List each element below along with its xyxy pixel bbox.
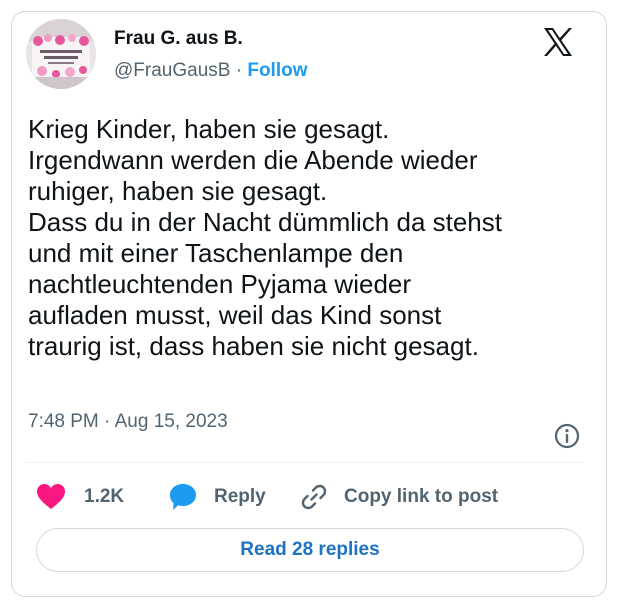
like-button[interactable]: 1.2K	[36, 480, 124, 514]
author-display-name[interactable]: Frau G. aus B.	[114, 28, 243, 50]
reply-button[interactable]: Reply	[168, 480, 266, 514]
tweet-text-line: Krieg Kinder, haben sie gesagt.	[28, 114, 390, 144]
tweet-time: 7:48 PM	[28, 411, 99, 432]
reply-label: Reply	[214, 486, 266, 507]
author-handle[interactable]: @FrauGausB	[114, 60, 230, 81]
read-replies-button[interactable]: Read 28 replies	[36, 528, 584, 572]
speech-bubble-icon	[170, 484, 196, 510]
copy-link-button[interactable]: Copy link to post	[300, 480, 498, 514]
handle-separator: ·	[235, 60, 243, 81]
tweet-date: Aug 15, 2023	[114, 411, 228, 432]
tweet-text-line: nachtleuchtenden Pyjama wieder	[28, 269, 412, 299]
tweet-text: Krieg Kinder, haben sie gesagt. Irgendwa…	[28, 114, 584, 362]
avatar[interactable]	[26, 19, 96, 89]
avatar-image	[26, 19, 96, 89]
divider	[26, 462, 584, 463]
x-logo-icon[interactable]	[540, 24, 576, 60]
tweet-text-line: traurig ist, dass haben sie nicht gesagt…	[28, 331, 479, 361]
link-icon	[301, 484, 327, 510]
tweet-text-line: aufladen musst, weil das Kind sonst	[28, 300, 442, 330]
follow-button[interactable]: Follow	[247, 60, 307, 81]
heart-icon	[37, 484, 65, 509]
tweet-text-line: ruhiger, haben sie gesagt.	[28, 176, 328, 206]
tweet-text-line: und mit einer Taschenlampe den	[28, 238, 404, 268]
info-icon[interactable]	[553, 422, 581, 450]
date-separator: ·	[104, 411, 111, 432]
tweet-time-link[interactable]: 7:48 PM · Aug 15, 2023	[28, 411, 228, 432]
author-handle-row: @FrauGausB · Follow	[114, 60, 308, 82]
copy-link-label: Copy link to post	[344, 486, 499, 507]
tweet-text-line: Irgendwann werden die Abende wieder	[28, 145, 478, 175]
tweet-text-line: Dass du in der Nacht dümmlich da stehst	[28, 207, 502, 237]
tweet-timestamp: 7:48 PM · Aug 15, 2023	[28, 411, 228, 433]
like-count: 1.2K	[84, 486, 125, 507]
